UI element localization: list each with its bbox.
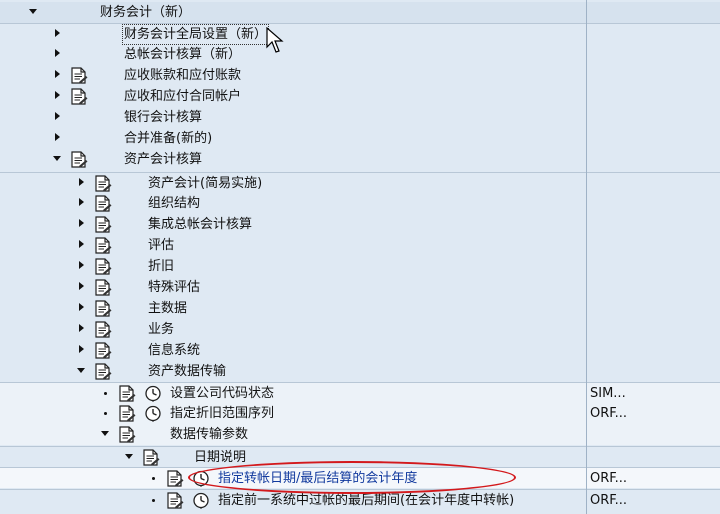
- tree-node-special-valuation[interactable]: 特殊评估: [0, 277, 720, 298]
- document-icon[interactable]: [118, 426, 136, 443]
- transaction-code: ORF...: [590, 493, 628, 508]
- document-icon[interactable]: [142, 449, 160, 466]
- expand-arrow-icon[interactable]: [52, 132, 64, 144]
- node-label: 财务会计（新）: [100, 5, 192, 20]
- transaction-code: ORF...: [590, 406, 628, 421]
- document-icon[interactable]: [118, 405, 136, 422]
- transaction-code: SIM...: [590, 386, 626, 401]
- node-label: 集成总帐会计核算: [148, 217, 253, 232]
- node-label: 业务: [148, 322, 175, 337]
- expand-arrow-icon[interactable]: [76, 239, 88, 251]
- tree-node-root[interactable]: 财务会计（新）: [0, 2, 720, 23]
- expand-arrow-icon[interactable]: [52, 69, 64, 81]
- document-icon[interactable]: [94, 300, 112, 317]
- red-highlight-oval: [188, 461, 516, 494]
- collapse-arrow-icon[interactable]: [124, 451, 136, 463]
- document-icon[interactable]: [70, 151, 88, 168]
- execute-clock-icon[interactable]: [192, 492, 210, 509]
- tree-node-depr-area-sequence[interactable]: 指定折旧范围序列 ORF...: [0, 403, 720, 424]
- collapse-arrow-icon[interactable]: [100, 428, 112, 440]
- tree-node-asset-simplified[interactable]: 资产会计(简易实施): [0, 172, 720, 193]
- node-label: 信息系统: [148, 343, 201, 358]
- document-icon[interactable]: [94, 175, 112, 192]
- collapse-arrow-icon[interactable]: [52, 153, 64, 165]
- tree-node-transfer-parameters[interactable]: 数据传输参数: [0, 424, 720, 445]
- node-label: 指定前一系统中过帐的最后期间(在会计年度中转帐): [218, 493, 515, 508]
- node-label: 财务会计全局设置（新）: [121, 24, 270, 45]
- node-label: 资产会计(简易实施): [148, 176, 263, 191]
- leaf-bullet-icon: [104, 392, 107, 395]
- tree-node-contract-accounts[interactable]: 应收和应付合同帐户: [0, 86, 720, 107]
- tree-node-transactions[interactable]: 业务: [0, 319, 720, 340]
- column-divider[interactable]: [586, 0, 587, 514]
- tree-node-ar-ap[interactable]: 应收账款和应付账款: [0, 65, 720, 86]
- node-label: 银行会计核算: [124, 110, 203, 125]
- node-label: 数据传输参数: [170, 427, 249, 442]
- expand-arrow-icon[interactable]: [28, 6, 40, 18]
- expand-arrow-icon[interactable]: [76, 177, 88, 189]
- document-icon[interactable]: [70, 67, 88, 84]
- document-icon[interactable]: [118, 385, 136, 402]
- node-label: 应收和应付合同帐户: [124, 89, 242, 104]
- tree-node-info-system[interactable]: 信息系统: [0, 340, 720, 361]
- document-icon[interactable]: [94, 237, 112, 254]
- execute-clock-icon[interactable]: [144, 385, 162, 402]
- expand-arrow-icon[interactable]: [52, 48, 64, 60]
- collapse-arrow-icon[interactable]: [76, 365, 88, 377]
- expand-arrow-icon[interactable]: [76, 197, 88, 209]
- mouse-cursor-icon: [266, 27, 284, 53]
- expand-arrow-icon[interactable]: [52, 111, 64, 123]
- tree-node-gl[interactable]: 总帐会计核算（新）: [0, 44, 720, 65]
- expand-arrow-icon[interactable]: [52, 90, 64, 102]
- expand-arrow-icon[interactable]: [76, 302, 88, 314]
- node-label: 指定折旧范围序列: [170, 406, 275, 421]
- document-icon[interactable]: [166, 470, 184, 487]
- document-icon[interactable]: [166, 492, 184, 509]
- document-icon[interactable]: [94, 279, 112, 296]
- tree-node-integration-gl[interactable]: 集成总帐会计核算: [0, 214, 720, 235]
- img-tree: 财务会计（新） 财务会计全局设置（新） 总帐会计核算（新） 应收账款和应付账款 …: [0, 0, 720, 514]
- leaf-bullet-icon: [152, 477, 155, 480]
- node-label: 资产数据传输: [148, 364, 227, 379]
- expand-arrow-icon[interactable]: [76, 218, 88, 230]
- execute-clock-icon[interactable]: [144, 405, 162, 422]
- node-label: 折旧: [148, 259, 175, 274]
- document-icon[interactable]: [70, 88, 88, 105]
- expand-arrow-icon[interactable]: [76, 344, 88, 356]
- document-icon[interactable]: [94, 216, 112, 233]
- node-label: 应收账款和应付账款: [124, 68, 242, 83]
- tree-node-bank[interactable]: 银行会计核算: [0, 107, 720, 128]
- tree-node-valuation[interactable]: 评估: [0, 235, 720, 256]
- tree-node-asset-data-transfer[interactable]: 资产数据传输: [0, 361, 720, 382]
- expand-arrow-icon[interactable]: [52, 28, 64, 40]
- tree-node-asset-accounting[interactable]: 资产会计核算: [0, 149, 720, 170]
- document-icon[interactable]: [94, 195, 112, 212]
- expand-arrow-icon[interactable]: [76, 260, 88, 272]
- tree-node-master-data[interactable]: 主数据: [0, 298, 720, 319]
- document-icon[interactable]: [94, 321, 112, 338]
- document-icon[interactable]: [94, 342, 112, 359]
- node-label: 资产会计核算: [124, 152, 203, 167]
- node-label: 设置公司代码状态: [170, 386, 275, 401]
- tree-node-consolidation[interactable]: 合并准备(新的): [0, 128, 720, 149]
- expand-arrow-icon[interactable]: [76, 323, 88, 335]
- node-label: 评估: [148, 238, 175, 253]
- node-label: 主数据: [148, 301, 188, 316]
- node-label: 特殊评估: [148, 280, 201, 295]
- tree-node-company-code-status[interactable]: 设置公司代码状态 SIM...: [0, 382, 720, 403]
- node-label: 日期说明: [194, 450, 247, 465]
- transaction-code: ORF...: [590, 471, 628, 486]
- leaf-bullet-icon: [104, 412, 107, 415]
- expand-arrow-icon[interactable]: [76, 281, 88, 293]
- tree-node-depreciation[interactable]: 折旧: [0, 256, 720, 277]
- tree-node-fi-global-settings[interactable]: 财务会计全局设置（新）: [0, 23, 720, 45]
- document-icon[interactable]: [94, 363, 112, 380]
- document-icon[interactable]: [94, 258, 112, 275]
- node-label: 组织结构: [148, 196, 201, 211]
- node-label: 总帐会计核算（新）: [124, 47, 242, 62]
- leaf-bullet-icon: [152, 499, 155, 502]
- node-label: 合并准备(新的): [124, 131, 213, 146]
- tree-node-org-structure[interactable]: 组织结构: [0, 193, 720, 214]
